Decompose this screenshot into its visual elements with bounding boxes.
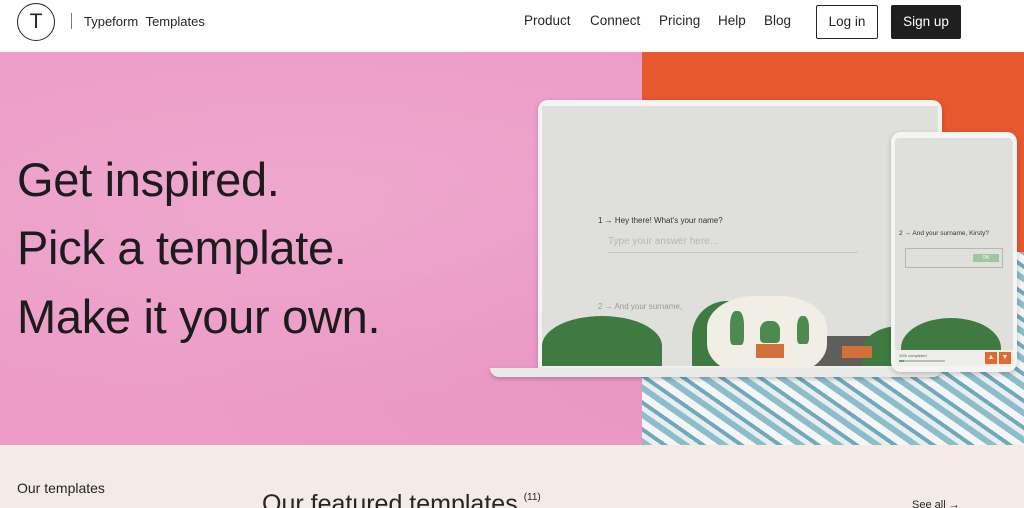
laptop-question: 1 → Hey there! What's your name? [598,216,723,225]
phone-footer: 10% completed ▲ ▼ [895,350,1013,366]
phone-progress-track [899,360,945,362]
brand-label[interactable]: Typeform Templates [84,14,209,29]
typeform-logo[interactable]: T [17,3,55,41]
pot-motif [756,344,784,358]
templates-section: Our templates Our featured templates (11)… [0,445,1024,508]
brand-name: Typeform [84,14,139,29]
phone-prev-arrow: ▲ [985,352,997,364]
next-question-text: And your surname, [614,302,683,311]
signup-button[interactable]: Sign up [891,5,961,39]
phone-question: 2 → And your surname, Kirsty? [899,230,989,237]
top-nav-bar: T Typeform Templates Product Connect Pri… [0,0,1024,52]
laptop-base [490,368,942,377]
next-question-number: 2 → [598,302,613,311]
brand-section: Templates [145,14,205,29]
hero-banner: Get inspired. Pick a template. Make it y… [0,52,1024,445]
phone-progress-fill [899,360,904,362]
hero-headline-line-1: Get inspired. [17,153,280,206]
phone-next-arrow: ▼ [999,352,1011,364]
pot-motif [842,346,872,358]
login-button[interactable]: Log in [816,5,878,39]
nav-help[interactable]: Help [718,13,746,28]
question-text: Hey there! What's your name? [614,216,723,225]
cactus-motif [760,321,780,343]
logo-divider [71,13,72,29]
cactus-motif [730,311,744,345]
nav-connect[interactable]: Connect [590,13,640,28]
laptop-answer-placeholder: Type your answer here... [608,236,719,247]
laptop-next-question: 2 → And your surname, [598,302,682,311]
question-number: 1 → [598,216,613,225]
phone-question-text: And your surname, Kirsty? [912,230,989,237]
green-pillow-left [542,316,662,366]
our-templates-heading: Our templates [17,480,105,496]
nav-pricing[interactable]: Pricing [659,13,700,28]
phone-mockup: 2 → And your surname, Kirsty? OK 10% com… [891,132,1017,372]
featured-count: (11) [523,492,541,503]
phone-question-number: 2 → [899,230,911,237]
phone-ok-button: OK [973,254,999,262]
phone-progress-label: 10% completed [899,353,927,358]
answer-underline [608,252,858,253]
hero-headline-line-3: Make it your own. [17,290,381,343]
cactus-motif [797,316,809,344]
nav-product[interactable]: Product [524,13,571,28]
hero-headline-line-2: Pick a template. [17,221,347,274]
nav-blog[interactable]: Blog [764,13,791,28]
laptop-mockup: 1 → Hey there! What's your name? Type yo… [538,100,942,368]
see-all-link[interactable]: See all → [912,499,960,508]
featured-title: Our featured templates [262,490,518,508]
phone-screen: 2 → And your surname, Kirsty? OK 10% com… [895,138,1013,366]
laptop-screen: 1 → Hey there! What's your name? Type yo… [542,106,938,366]
featured-templates-heading: Our featured templates (11) [262,490,541,508]
